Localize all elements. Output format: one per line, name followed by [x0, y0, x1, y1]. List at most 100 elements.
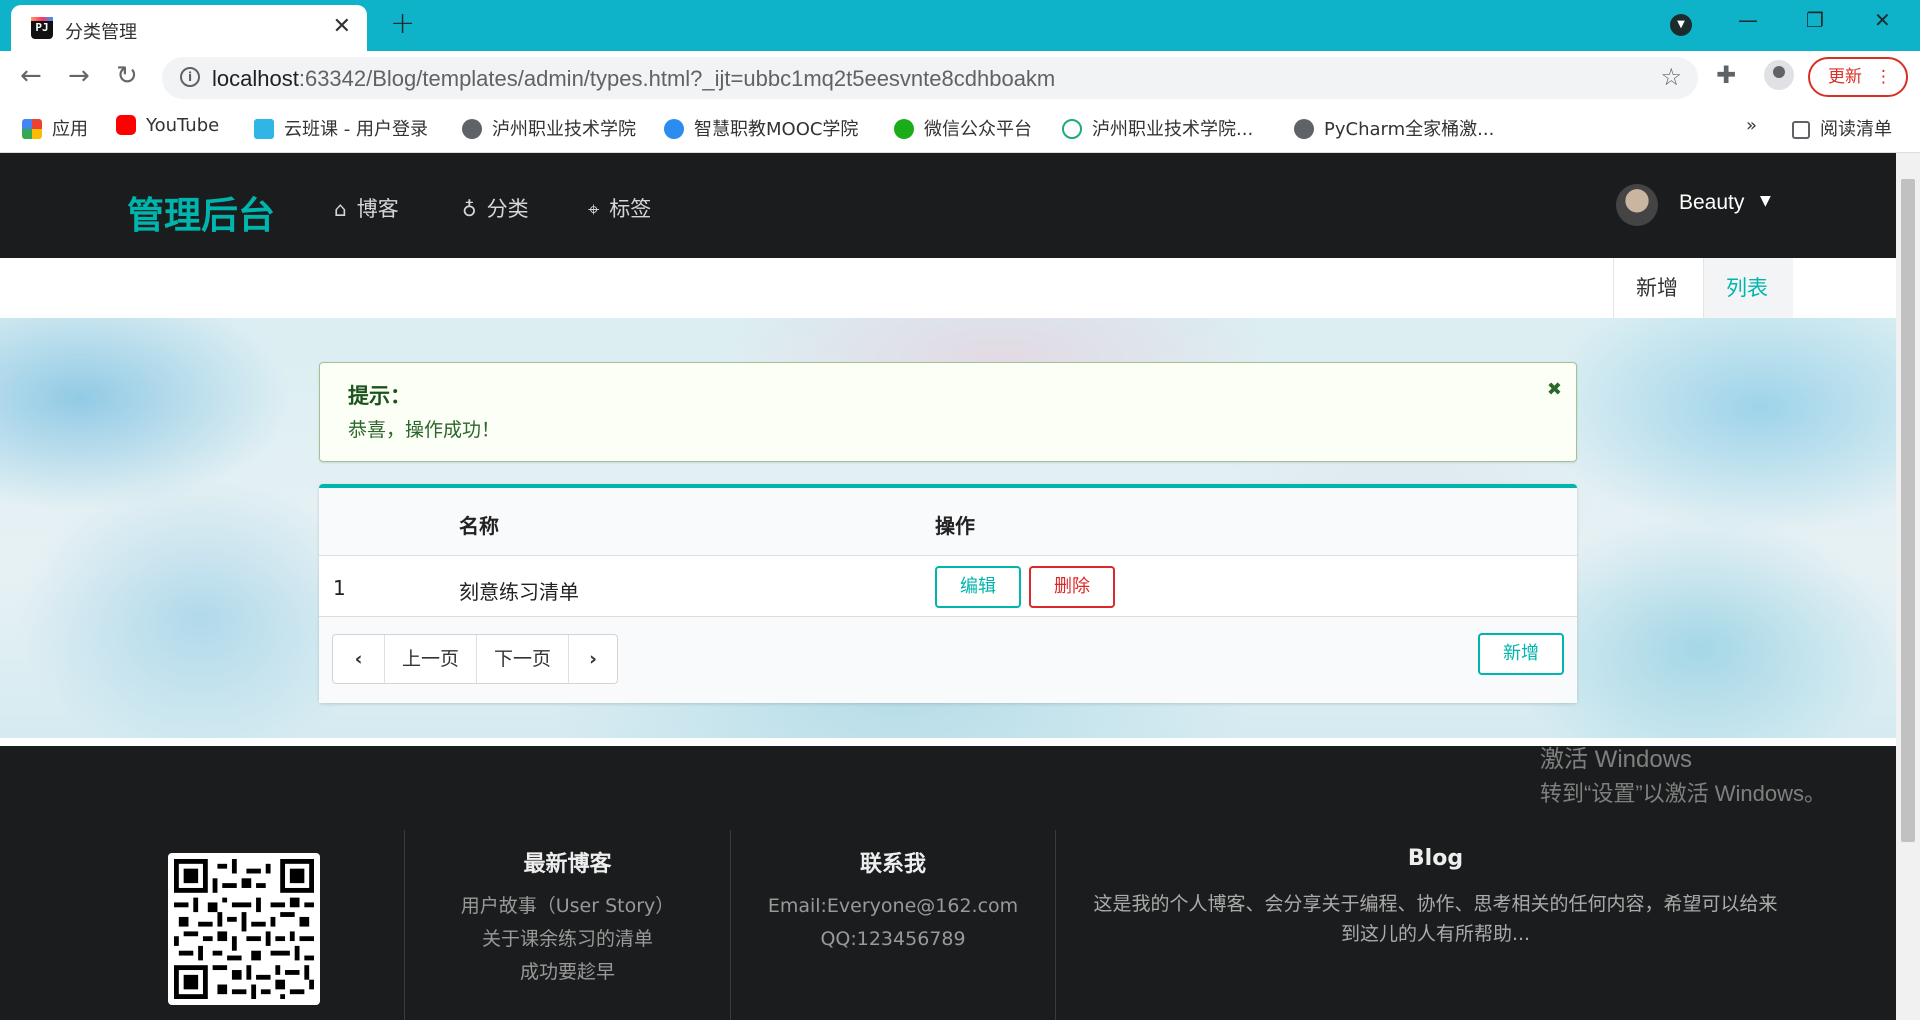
footer-blog-about: Blog 这是我的个人博客、会分享关于编程、协作、思考相关的任何内容，希望可以给…	[1055, 830, 1815, 1020]
bulb-icon: ♁	[462, 197, 477, 221]
blog-description: 这是我的个人博客、会分享关于编程、协作、思考相关的任何内容，希望可以给来到这儿的…	[1093, 893, 1778, 945]
table-row: 1 刻意练习清单 编辑 删除	[319, 556, 1577, 617]
nav-label: 标签	[609, 197, 652, 221]
new-tab-icon[interactable]: +	[390, 6, 415, 41]
browser-tab[interactable]: PJ 分类管理 ✕	[11, 5, 367, 51]
avatar[interactable]	[1616, 184, 1658, 226]
page-content: 管理后台 ⌂ 博客 ♁ 分类 ⌖ 标签 Beauty ▼ 新增 列表 提示： 恭喜，操…	[0, 153, 1896, 1020]
footer-link[interactable]: 成功要趁早	[405, 960, 730, 984]
reload-icon[interactable]: ↻	[116, 61, 138, 91]
youtube-icon	[116, 115, 136, 135]
more-vert-icon: ⋮	[1875, 67, 1892, 87]
back-icon[interactable]: ←	[20, 61, 42, 91]
bookmarks-bar: 应用 YouTube 云班课 - 用户登录 泸州职业技术学院 智慧职教MOOC学…	[0, 105, 1920, 153]
bookmark-item[interactable]: 云班课 - 用户登录	[254, 115, 428, 141]
footer-contact: 联系我 Email:Everyone@162.com QQ:123456789	[730, 830, 1055, 1020]
info-icon[interactable]: i	[180, 67, 200, 87]
browser-toolbar: ← → ↻ i localhost:63342/Blog/templates/a…	[0, 51, 1920, 105]
close-icon[interactable]: ✖	[1547, 379, 1562, 400]
tab-new[interactable]: 新增	[1613, 258, 1703, 318]
watermark-line: 转到“设置”以激活 Windows。	[1540, 781, 1827, 806]
profile-icon[interactable]	[1764, 60, 1794, 90]
watermark-line: 激活 Windows	[1540, 746, 1693, 773]
bookmark-label: 泸州职业技术学院...	[1092, 119, 1254, 140]
tab-list[interactable]: 列表	[1703, 258, 1793, 327]
bookmark-label: 云班课 - 用户登录	[284, 119, 428, 140]
chevron-right-icon[interactable]: ›	[569, 635, 617, 683]
address-bar[interactable]: i localhost:63342/Blog/templates/admin/t…	[162, 57, 1698, 99]
apps-grid-icon	[22, 119, 42, 139]
message-title: 提示：	[348, 384, 411, 408]
tab-search-icon[interactable]: ▼	[1670, 14, 1692, 36]
chevron-left-icon[interactable]: ‹	[333, 635, 385, 683]
sub-navbar: 新增 列表	[0, 258, 1896, 327]
restore-icon[interactable]: ❐	[1806, 8, 1824, 32]
cloud-class-icon	[254, 119, 274, 139]
extensions-icon[interactable]: ✚	[1716, 61, 1736, 89]
globe-icon	[1294, 119, 1314, 139]
bookmark-item[interactable]: 泸州职业技术学院...	[1062, 115, 1253, 141]
user-name[interactable]: Beauty	[1679, 191, 1744, 215]
footer-link[interactable]: 关于课余练习的清单	[405, 927, 730, 951]
page-scrollbar[interactable]	[1896, 153, 1920, 1020]
mooc-icon	[664, 119, 684, 139]
footer-latest-blogs: 最新博客 用户故事（User Story） 关于课余练习的清单 成功要趁早	[404, 830, 730, 1020]
add-button[interactable]: 新增	[1478, 633, 1564, 675]
bookmark-item[interactable]: 微信公众平台	[894, 115, 1032, 141]
category-table: 名称 操作 1 刻意练习清单 编辑 删除 ‹ 上一页 下一页 › 新增	[319, 484, 1577, 703]
chevron-down-icon[interactable]: ▼	[1760, 193, 1771, 209]
update-label: 更新	[1828, 67, 1862, 87]
bookmark-star-icon[interactable]: ☆	[1660, 63, 1682, 91]
forward-icon[interactable]: →	[68, 61, 90, 91]
success-message: 提示： 恭喜，操作成功！ ✖	[319, 362, 1577, 462]
column-header-name: 名称	[459, 514, 499, 538]
pagination: ‹ 上一页 下一页 ›	[332, 634, 618, 684]
bookmark-label: 应用	[52, 119, 88, 140]
bookmark-item[interactable]: 智慧职教MOOC学院	[664, 115, 858, 141]
edit-button[interactable]: 编辑	[935, 566, 1021, 608]
bookmark-item[interactable]: 应用	[22, 115, 88, 141]
home-icon: ⌂	[334, 197, 347, 221]
row-name: 刻意练习清单	[459, 580, 579, 604]
windows-activation-watermark: 激活 Windows 转到“设置”以激活 Windows。	[1540, 740, 1826, 808]
qr-code	[168, 853, 320, 1005]
minimize-icon[interactable]: —	[1738, 8, 1758, 32]
browser-tab-bar: PJ 分类管理 ✕ + ▼ — ❐ ✕	[0, 0, 1920, 51]
url-host: localhost	[212, 66, 299, 91]
scrollbar-thumb[interactable]	[1901, 179, 1915, 842]
prev-page-button[interactable]: 上一页	[385, 635, 477, 683]
url-text[interactable]: localhost:63342/Blog/templates/admin/typ…	[212, 66, 1055, 92]
footer-heading: Blog	[1407, 846, 1464, 871]
window-close-icon[interactable]: ✕	[1874, 8, 1891, 32]
nav-label: 博客	[356, 197, 399, 221]
tags-icon: ⌖	[588, 197, 600, 221]
footer-link[interactable]: 用户故事（User Story）	[405, 894, 730, 918]
brand-title[interactable]: 管理后台	[127, 185, 275, 239]
bookmark-item[interactable]: YouTube	[116, 115, 219, 136]
globe-icon	[462, 119, 482, 139]
contact-qq: QQ:123456789	[820, 928, 966, 950]
top-navbar: 管理后台 ⌂ 博客 ♁ 分类 ⌖ 标签 Beauty ▼	[0, 153, 1896, 258]
bookmark-item[interactable]: PyCharm全家桶激...	[1294, 115, 1494, 141]
nav-item-tags[interactable]: ⌖ 标签	[588, 193, 651, 223]
pycharm-favicon-icon: PJ	[31, 17, 53, 39]
bookmark-label: PyCharm全家桶激...	[1324, 119, 1495, 140]
update-button[interactable]: 更新 ⋮	[1808, 57, 1908, 97]
delete-button[interactable]: 删除	[1029, 566, 1115, 608]
footer-heading: 最新博客	[523, 852, 612, 877]
close-icon[interactable]: ✕	[333, 14, 351, 39]
next-page-button[interactable]: 下一页	[477, 635, 569, 683]
nav-item-category[interactable]: ♁ 分类	[462, 193, 529, 223]
bookmark-item[interactable]: 泸州职业技术学院	[462, 115, 636, 141]
nav-label: 分类	[486, 197, 529, 221]
table-header: 名称 操作	[319, 488, 1577, 556]
bookmark-label: YouTube	[146, 115, 220, 136]
bookmarks-overflow-icon[interactable]: »	[1746, 115, 1757, 136]
contact-email: Email:Everyone@162.com	[767, 895, 1019, 917]
school-icon	[1062, 119, 1082, 139]
message-text: 恭喜，操作成功！	[348, 419, 501, 441]
url-path: :63342/Blog/templates/admin/types.html?_…	[298, 66, 1056, 91]
reading-list[interactable]: 阅读清单	[1792, 115, 1892, 141]
nav-item-blog[interactable]: ⌂ 博客	[334, 193, 399, 223]
table-footer: ‹ 上一页 下一页 › 新增	[319, 617, 1577, 703]
